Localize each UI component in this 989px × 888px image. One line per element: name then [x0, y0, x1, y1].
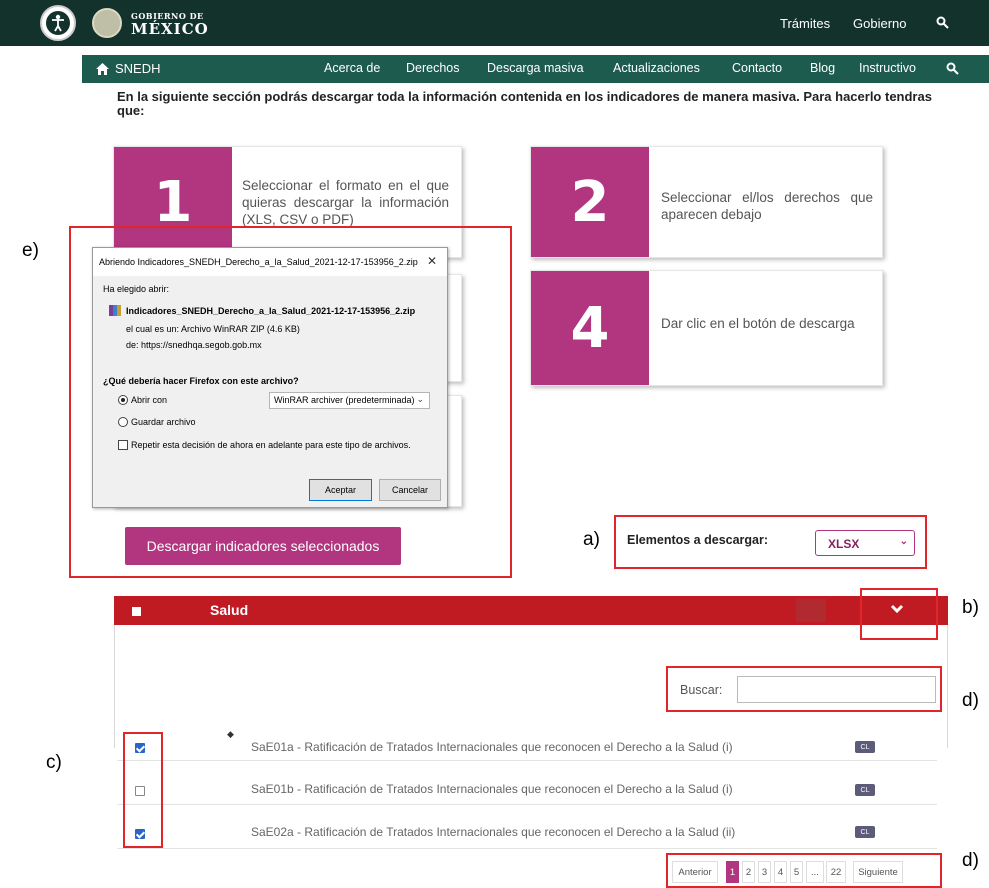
row-badge[interactable]: CL	[855, 741, 875, 753]
row-divider	[117, 804, 937, 805]
home-icon	[96, 62, 109, 75]
national-seal-icon	[92, 8, 122, 38]
annotation-label-c: c)	[46, 752, 62, 773]
annotation-label-e: e)	[22, 240, 39, 261]
nav-item-actualizaciones[interactable]: Actualizaciones	[613, 61, 700, 75]
row-title: - Ratificación de Tratados Internacional…	[293, 740, 733, 754]
nav-home[interactable]: SNEDH	[96, 61, 161, 76]
select-all-checkbox[interactable]	[132, 607, 141, 616]
row-title: - Ratificación de Tratados Internacional…	[293, 825, 736, 839]
gov-link-tramites[interactable]: Trámites	[780, 16, 830, 31]
step-text: Dar clic en el botón de descarga	[661, 316, 855, 331]
step-text: Seleccionar el/los derechos que aparecen…	[661, 190, 873, 222]
step-text: Seleccionar el formato en el que quieras…	[242, 178, 449, 227]
annotation-box-d-pager	[666, 853, 942, 888]
nav-item-descarga-masiva[interactable]: Descarga masiva	[487, 61, 584, 75]
intro-text: En la siguiente sección podrás descargar…	[117, 89, 932, 118]
table-row[interactable]: SaE01a - Ratificación de Tratados Intern…	[251, 739, 791, 756]
row-code: SaE01b	[251, 782, 294, 796]
main-nav: SNEDH Acerca de Derechos Descarga masiva…	[82, 55, 989, 83]
annotation-label-d: d)	[962, 690, 979, 711]
step-number: 4	[531, 271, 649, 385]
row-title: - Ratificación de Tratados Internacional…	[293, 782, 733, 796]
gov-title-main[interactable]: MÉXICO	[131, 20, 209, 38]
table-row[interactable]: SaE02a - Ratificación de Tratados Intern…	[251, 824, 791, 841]
table-row[interactable]: SaE01b - Ratificación de Tratados Intern…	[251, 781, 791, 798]
row-code: SaE02a	[251, 825, 294, 839]
row-divider	[117, 848, 937, 849]
annotation-box-c	[123, 732, 163, 848]
row-badge[interactable]: CL	[855, 826, 875, 838]
nav-home-label: SNEDH	[115, 61, 161, 76]
government-header: GOBIERNO DE MÉXICO Trámites Gobierno	[0, 0, 989, 46]
row-code: SaE01a	[251, 740, 294, 754]
step-number: 2	[531, 147, 649, 257]
annotation-label-d: d)	[962, 850, 979, 871]
nav-item-acerca[interactable]: Acerca de	[324, 61, 380, 75]
step-card-4: 4 Dar clic en el botón de descarga	[530, 270, 883, 386]
nav-item-contacto[interactable]: Contacto	[732, 61, 782, 75]
step-card-2: 2 Seleccionar el/los derechos que aparec…	[530, 146, 883, 258]
accessibility-icon[interactable]	[40, 5, 76, 41]
search-icon[interactable]	[936, 16, 950, 30]
panel-title: Salud	[210, 602, 249, 618]
annotation-label-b: b)	[962, 597, 979, 618]
nav-item-derechos[interactable]: Derechos	[406, 61, 460, 75]
sort-icon[interactable]: ◆	[227, 729, 234, 740]
nav-item-instructivo[interactable]: Instructivo	[859, 61, 916, 75]
panel-header-block	[796, 599, 826, 622]
nav-search-icon[interactable]	[946, 62, 960, 76]
salud-panel-header[interactable]: Salud	[114, 596, 948, 625]
annotation-label-a: a)	[583, 529, 600, 550]
annotation-box-d-search	[666, 666, 942, 712]
row-divider	[117, 760, 937, 761]
annotation-box-b	[860, 588, 938, 640]
row-badge[interactable]: CL	[855, 784, 875, 796]
annotation-box-e	[69, 226, 512, 578]
gov-link-gobierno[interactable]: Gobierno	[853, 16, 906, 31]
nav-item-blog[interactable]: Blog	[810, 61, 835, 75]
annotation-box-a	[614, 515, 927, 569]
